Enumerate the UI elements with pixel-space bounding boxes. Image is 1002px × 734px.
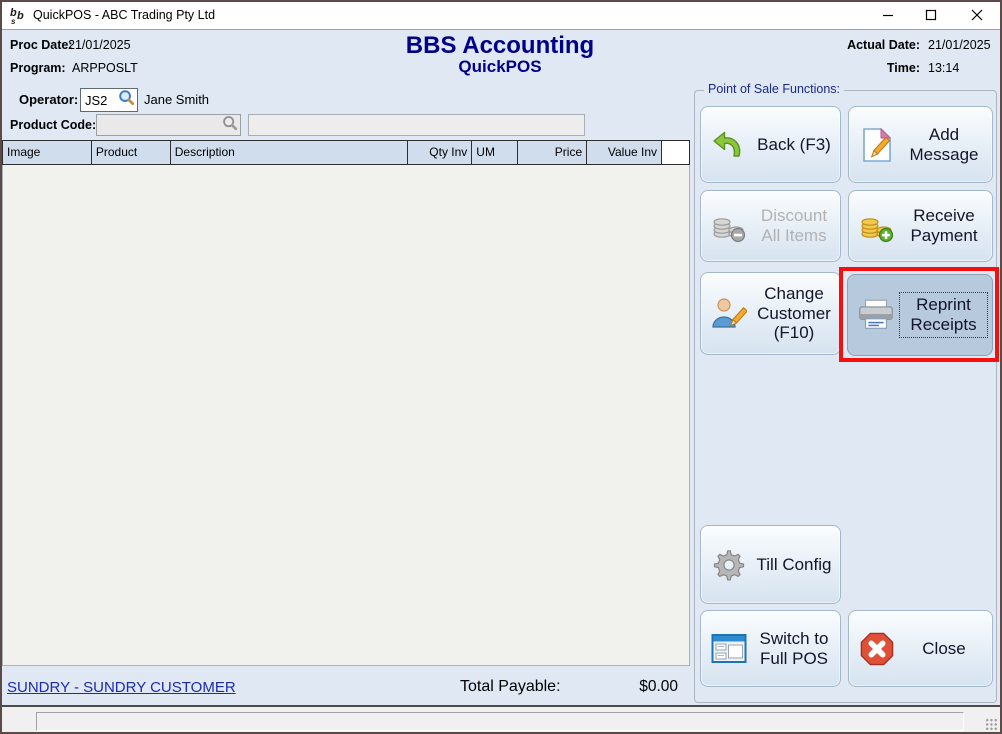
reprint-receipts-button[interactable]: Reprint Receipts [847, 274, 993, 356]
column-header-value-inv: Value Inv [587, 141, 662, 164]
minimize-button[interactable] [866, 0, 910, 29]
back-button[interactable]: Back (F3) [700, 106, 841, 183]
switch-full-pos-button[interactable]: Switch to Full POS [700, 610, 841, 687]
status-field [36, 712, 964, 731]
items-table: Image Product Description Qty Inv UM Pri… [2, 140, 690, 666]
operator-search-icon[interactable] [118, 89, 135, 111]
operator-code: JS2 [81, 93, 118, 108]
back-button-label: Back (F3) [752, 135, 836, 155]
time-label: Time: [780, 61, 920, 75]
window-title: QuickPOS - ABC Trading Pty Ltd [33, 0, 215, 30]
window-close-button[interactable] [955, 0, 999, 29]
change-customer-button-label: Change Customer (F10) [752, 284, 836, 343]
product-code-input[interactable] [96, 114, 241, 136]
product-description-input[interactable] [248, 114, 585, 136]
column-header-description: Description [171, 141, 409, 164]
pos-functions-group-label: Point of Sale Functions: [704, 82, 844, 96]
actual-date-value: 21/01/2025 [928, 38, 991, 52]
discount-coins-icon [709, 209, 749, 243]
receive-payment-icon [857, 209, 897, 243]
gear-icon [709, 548, 749, 582]
app-title: BBS Accounting [310, 33, 690, 58]
switch-full-pos-button-label: Switch to Full POS [752, 629, 836, 668]
proc-date-label: Proc Date: [10, 38, 73, 52]
maximize-icon [925, 9, 937, 21]
column-header-qty-inv: Qty Inv [408, 141, 472, 164]
till-config-button[interactable]: Till Config [700, 525, 841, 604]
add-message-icon [857, 127, 897, 163]
column-header-um: UM [472, 141, 518, 164]
change-customer-icon [709, 296, 749, 332]
program-value: ARPPOSLT [72, 61, 138, 75]
close-octagon-icon [857, 632, 897, 666]
close-button-label: Close [900, 639, 988, 659]
status-bar [0, 705, 1002, 734]
quickpos-window: b b s QuickPOS - ABC Trading Pty Ltd Pro… [0, 0, 1002, 734]
title-bar: b b s QuickPOS - ABC Trading Pty Ltd [0, 0, 1002, 30]
total-payable-label: Total Payable: [460, 678, 561, 696]
reprint-receipts-button-label: Reprint Receipts [899, 292, 988, 337]
column-header-image: Image [3, 141, 92, 164]
operator-input[interactable]: JS2 [80, 88, 138, 112]
operator-label: Operator: [19, 92, 78, 107]
app-subtitle: QuickPOS [310, 58, 690, 77]
back-arrow-icon [709, 130, 749, 160]
items-table-header: Image Product Description Qty Inv UM Pri… [2, 140, 690, 165]
program-label: Program: [10, 61, 66, 75]
column-header-product: Product [92, 141, 171, 164]
maximize-button[interactable] [909, 0, 953, 29]
full-pos-window-icon [709, 633, 749, 665]
column-header-price: Price [518, 141, 587, 164]
customer-link[interactable]: SUNDRY - SUNDRY CUSTOMER [7, 679, 236, 696]
till-config-button-label: Till Config [752, 555, 836, 575]
change-customer-button[interactable]: Change Customer (F10) [700, 272, 841, 355]
proc-date-value: 21/01/2025 [68, 38, 131, 52]
product-code-label: Product Code: [10, 118, 96, 132]
total-payable-value: $0.00 [590, 678, 678, 696]
svg-text:b: b [17, 10, 24, 22]
receive-payment-button-label: Receive Payment [900, 206, 988, 245]
receive-payment-button[interactable]: Receive Payment [848, 190, 993, 262]
add-message-button-label: Add Message [900, 125, 988, 164]
discount-all-items-button: Discount All Items [700, 190, 841, 262]
time-value: 13:14 [928, 61, 959, 75]
app-header: BBS Accounting QuickPOS [310, 33, 690, 77]
close-button[interactable]: Close [848, 610, 993, 687]
window-close-icon [971, 9, 983, 21]
printer-icon [856, 298, 896, 332]
resize-grip[interactable] [985, 718, 998, 731]
product-search-icon[interactable] [222, 115, 238, 136]
minimize-icon [882, 9, 894, 21]
app-logo-icon: b b s [9, 5, 29, 25]
column-header-blank [662, 141, 690, 164]
operator-name: Jane Smith [144, 92, 209, 107]
svg-text:s: s [11, 17, 16, 25]
actual-date-label: Actual Date: [780, 38, 920, 52]
items-table-body [2, 165, 690, 666]
add-message-button[interactable]: Add Message [848, 106, 993, 183]
discount-all-items-button-label: Discount All Items [752, 206, 836, 245]
